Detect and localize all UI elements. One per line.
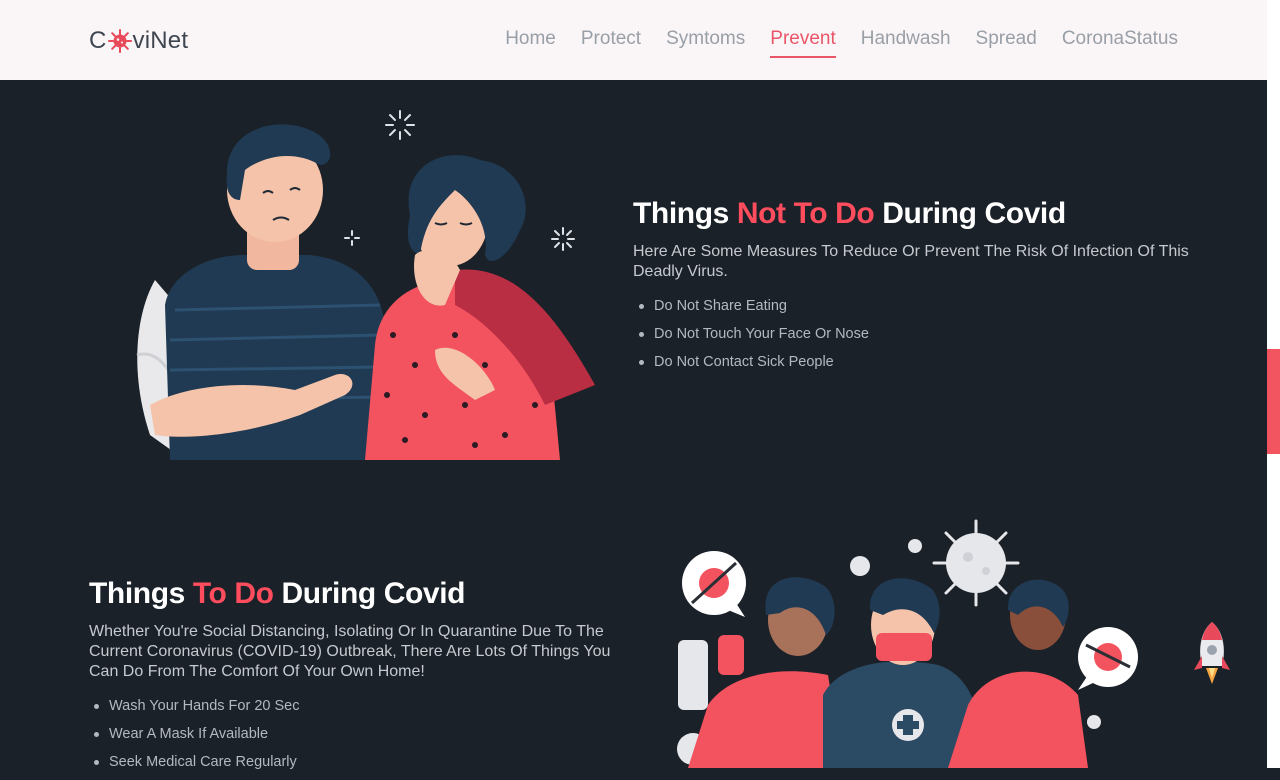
list-item: Wash Your Hands For 20 Sec (89, 696, 299, 724)
to-do-list: Wash Your Hands For 20 Sec Wear A Mask I… (89, 696, 299, 780)
not-to-do-description: Here Are Some Measures To Reduce Or Prev… (633, 243, 1189, 280)
list-item: Do Not Share Eating (634, 296, 869, 324)
coronavirus-icon (107, 29, 132, 53)
sick-couple-illustration (125, 105, 610, 465)
people-with-masks-illustration (648, 515, 1148, 768)
nav-prevent[interactable]: Prevent (770, 28, 837, 58)
title-pre: Things (89, 577, 193, 610)
logo-text-prefix: C (89, 27, 107, 54)
list-item: Seek Medical Care Regularly (89, 752, 299, 780)
logo-text-suffix: viNet (132, 27, 189, 54)
to-do-description: Whether You're Social Distancing, Isolat… (89, 623, 611, 680)
title-post: During Covid (273, 577, 466, 610)
not-to-do-title: Things Not To Do During Covid (633, 197, 1066, 231)
nav-protect[interactable]: Protect (581, 28, 641, 58)
site-header: C viNet Home Protect Symtoms Prevent Han… (0, 0, 1267, 80)
nav-handwash[interactable]: Handwash (861, 28, 951, 58)
title-pre: Things (633, 197, 737, 230)
not-to-do-list: Do Not Share Eating Do Not Touch Your Fa… (634, 296, 869, 380)
nav-symptoms[interactable]: Symtoms (666, 28, 745, 58)
title-post: During Covid (874, 197, 1066, 230)
nav-corona-status[interactable]: CoronaStatus (1062, 28, 1178, 58)
title-highlight: Not To Do (736, 197, 875, 230)
list-item: Do Not Touch Your Face Or Nose (634, 324, 869, 352)
to-do-title: Things To Do During Covid (89, 577, 465, 611)
list-item: Wear A Mask If Available (89, 724, 299, 752)
scroll-to-top-button[interactable] (1192, 620, 1232, 690)
title-highlight: To Do (192, 577, 274, 610)
nav-home[interactable]: Home (505, 28, 556, 58)
nav-spread[interactable]: Spread (976, 28, 1037, 58)
logo[interactable]: C viNet (89, 27, 188, 55)
scrollbar-thumb[interactable] (1267, 349, 1280, 454)
list-item: Do Not Contact Sick People (634, 352, 869, 380)
rocket-icon (1194, 622, 1230, 684)
main-nav: Home Protect Symtoms Prevent Handwash Sp… (505, 28, 1178, 58)
